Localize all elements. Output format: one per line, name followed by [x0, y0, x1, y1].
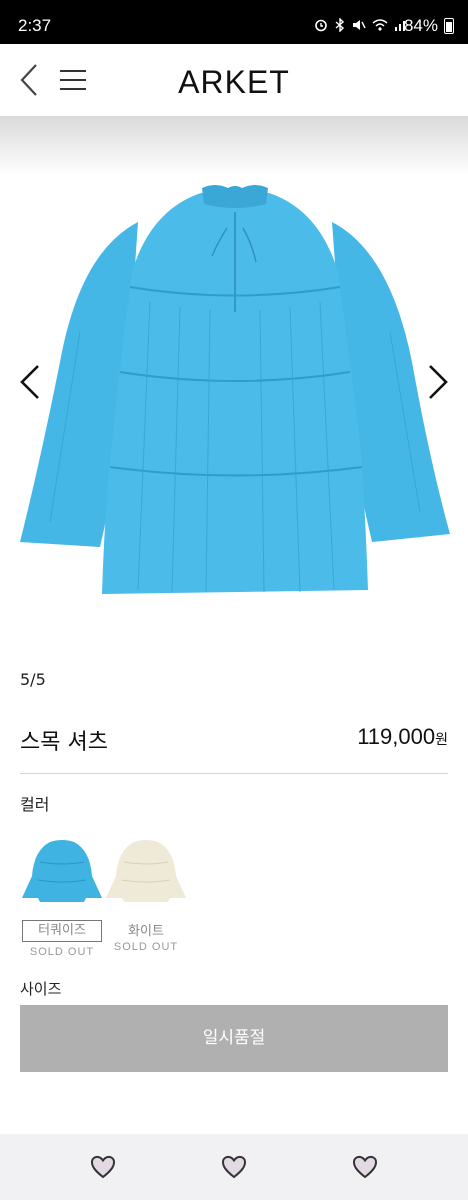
mute-icon — [353, 20, 366, 30]
app-header: ARKET — [0, 44, 468, 116]
bluetooth-icon — [335, 18, 345, 32]
color-swatch-white[interactable] — [104, 836, 188, 906]
battery-icon — [444, 18, 454, 34]
color-option-name[interactable]: 화이트 — [106, 920, 186, 939]
product-image — [20, 185, 450, 594]
color-option-name[interactable]: 터쿼이즈 — [22, 920, 102, 942]
previous-image-icon[interactable] — [14, 360, 48, 404]
alarm-icon — [315, 19, 327, 32]
product-name: 스목 셔츠 — [20, 730, 108, 755]
battery-level: 84% — [403, 16, 438, 35]
heart-icon[interactable] — [90, 1154, 116, 1180]
color-label: 컬러 — [20, 795, 50, 814]
wifi-icon — [372, 19, 388, 31]
brand-logo[interactable]: ARKET — [0, 64, 468, 101]
sold-out-label: SOLD OUT — [113, 941, 179, 953]
bottom-nav — [0, 1134, 468, 1200]
heart-icon[interactable] — [221, 1154, 247, 1180]
next-image-icon[interactable] — [420, 360, 454, 404]
divider — [20, 773, 448, 774]
size-label: 사이즈 — [20, 980, 62, 998]
product-price: 119,000원 — [357, 724, 448, 750]
price-value: 119,000 — [357, 724, 436, 749]
status-bar: 2:37 84% — [0, 0, 468, 44]
heart-icon[interactable] — [352, 1154, 378, 1180]
image-counter: 5/5 — [20, 670, 46, 689]
sold-out-label: SOLD OUT — [29, 946, 95, 958]
product-gallery[interactable] — [0, 116, 468, 636]
sold-out-button[interactable]: 일시품절 — [20, 1005, 448, 1072]
color-swatch-turquoise[interactable] — [20, 836, 104, 906]
status-icons — [314, 18, 408, 32]
price-currency: 원 — [435, 732, 448, 748]
product-title-row: 스목 셔츠 119,000원 — [20, 724, 448, 758]
status-time: 2:37 — [18, 16, 52, 35]
